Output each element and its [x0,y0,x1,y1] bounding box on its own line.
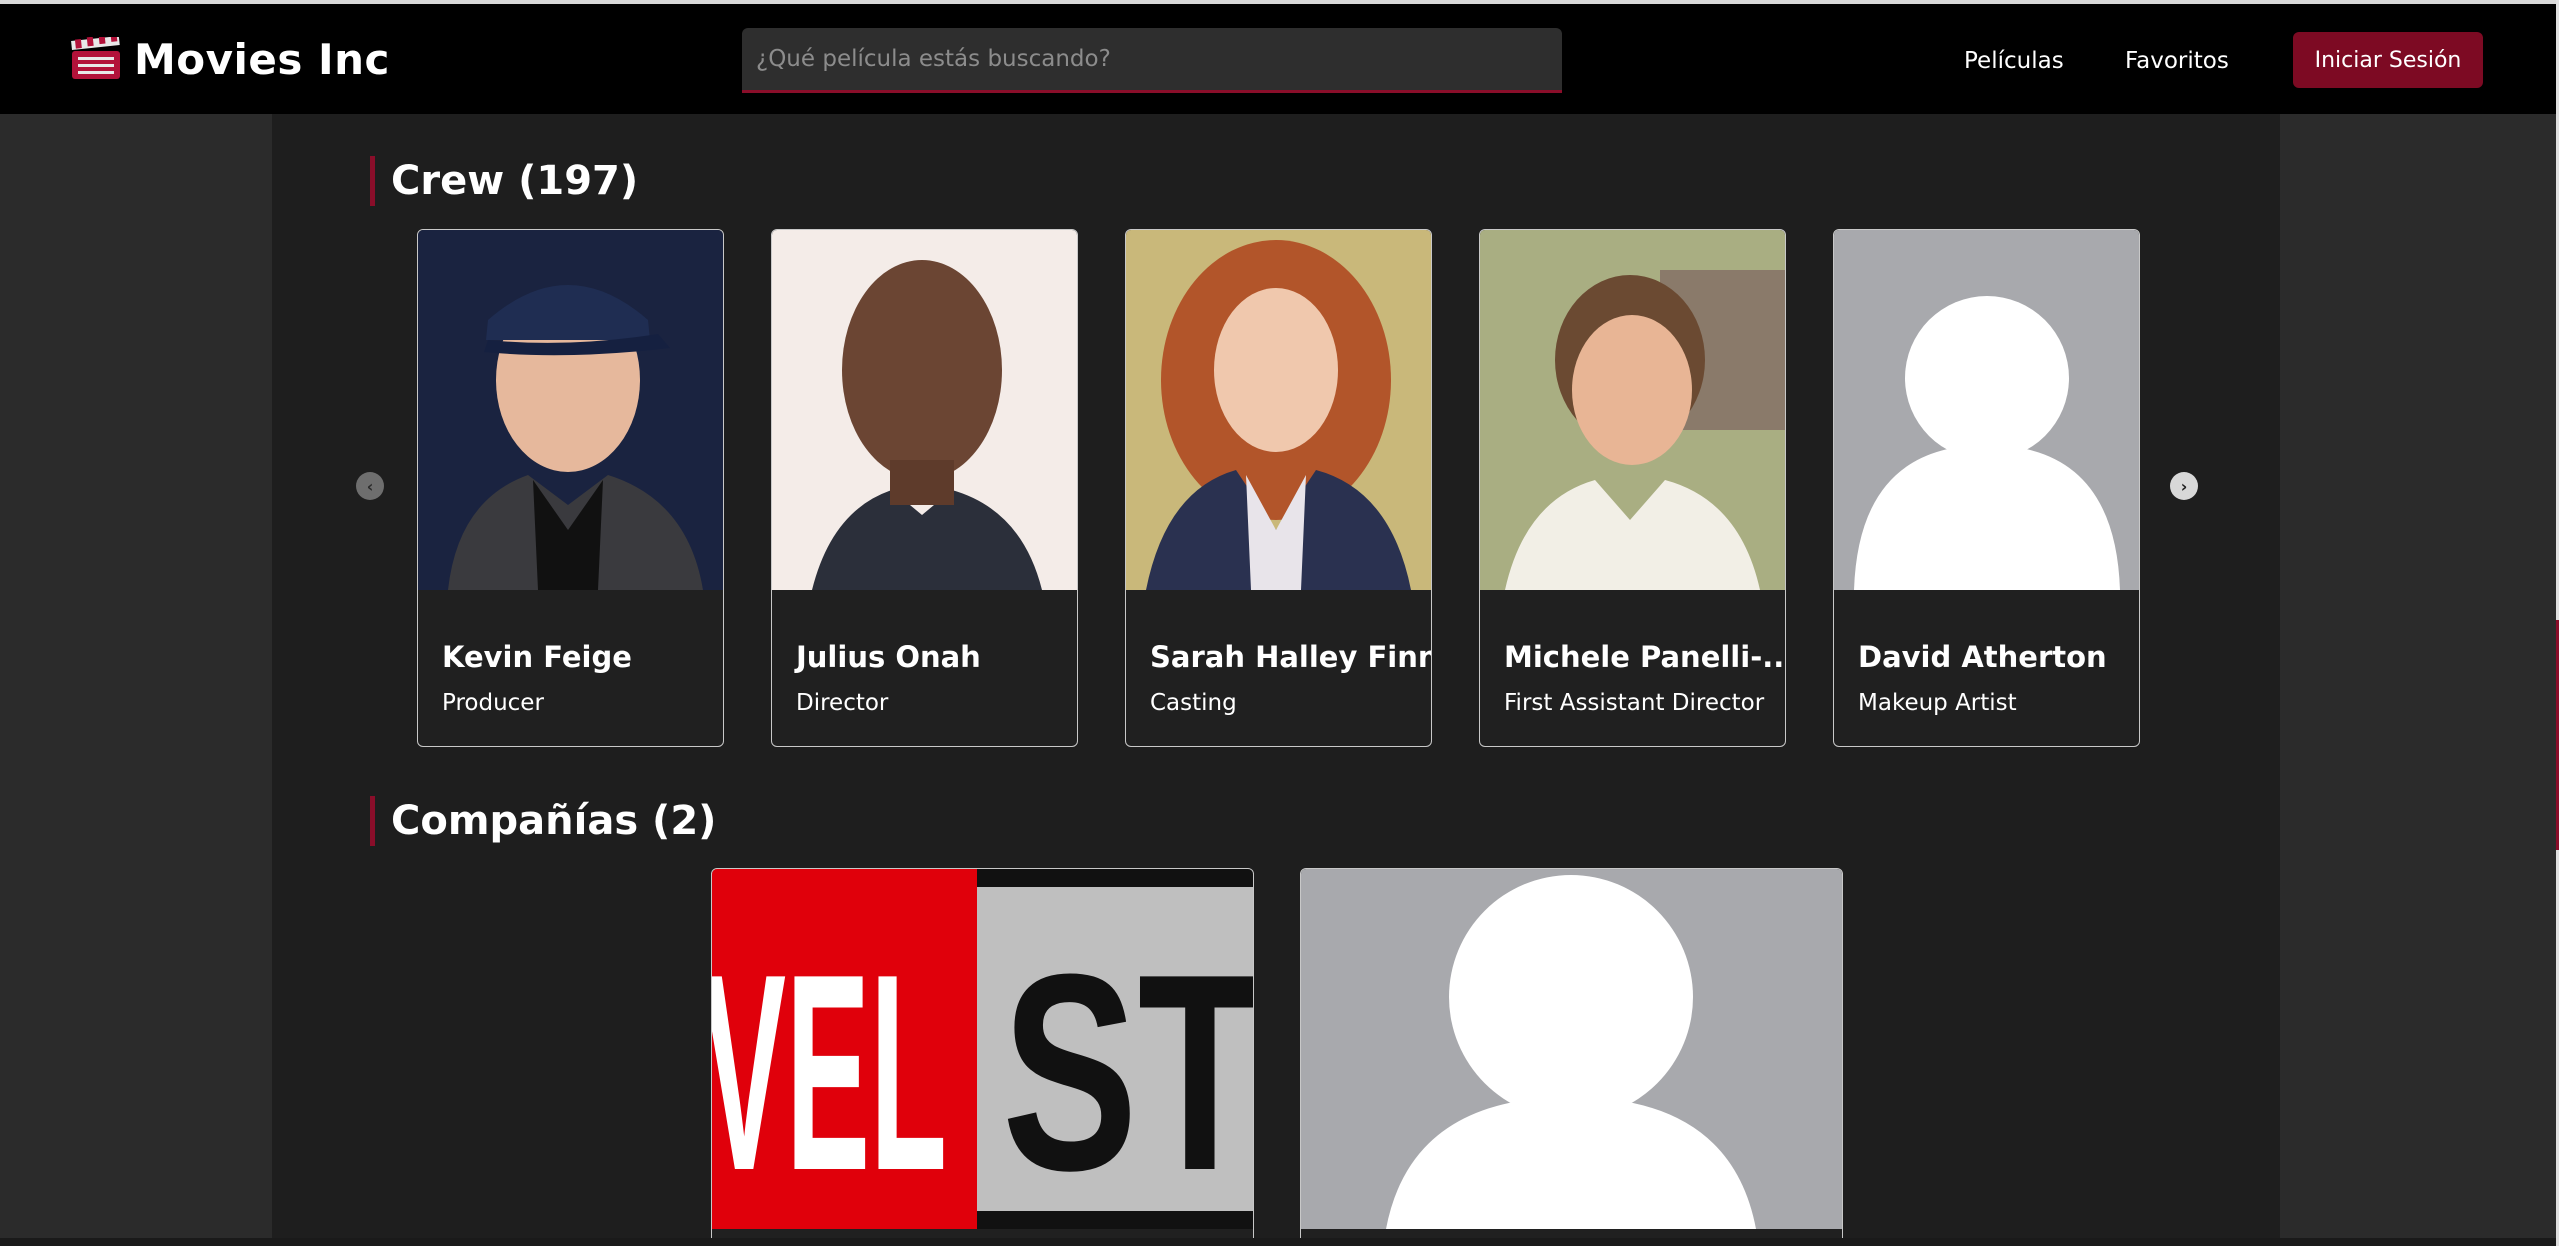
avatar-placeholder-icon [1834,230,2139,590]
clapperboard-icon [70,32,122,81]
companies-section-title: Compañías (2) [370,796,716,846]
crew-card-michele-panelli[interactable]: Michele Panelli-... First Assistant Dire… [1479,229,1786,747]
crew-name: Julius Onah [796,640,981,674]
bottom-edge [0,1238,2559,1246]
movie-detail-content: Crew (197) ‹ › Kevin Feige Producer Juli… [272,114,2280,1246]
navbar: Movies Inc Películas Favoritos Iniciar S… [0,4,2559,114]
search-bar [742,28,1562,93]
crew-role: First Assistant Director [1504,690,1765,716]
crew-name: David Atherton [1858,640,2107,674]
search-input[interactable] [756,28,1562,90]
crew-card-david-atherton[interactable]: David Atherton Makeup Artist [1833,229,2140,747]
crew-name: Sarah Halley Finn [1150,640,1432,674]
crew-role: Producer [442,690,544,716]
crew-photo [1126,230,1431,590]
login-button[interactable]: Iniciar Sesión [2293,32,2483,88]
crew-photo [1480,230,1785,590]
crew-photo [418,230,723,590]
crew-card-kevin-feige[interactable]: Kevin Feige Producer [417,229,724,747]
company-card-placeholder[interactable] [1300,868,1843,1246]
crew-role: Makeup Artist [1858,690,2017,716]
crew-photo [772,230,1077,590]
company-logo: VEL ST [712,869,1253,1229]
crew-name: Kevin Feige [442,640,632,674]
brand[interactable]: Movies Inc [70,32,390,84]
crew-role: Director [796,690,889,716]
avatar-placeholder-icon [1301,869,1842,1229]
company-card-marvel-studios[interactable]: VEL ST [711,868,1254,1246]
brand-title: Movies Inc [134,34,390,84]
chevron-right-icon[interactable]: › [2170,472,2198,500]
chevron-left-icon[interactable]: ‹ [356,472,384,500]
nav-link-favoritos[interactable]: Favoritos [2125,48,2229,74]
crew-card-sarah-halley-finn[interactable]: Sarah Halley Finn Casting [1125,229,1432,747]
logo-text-left: VEL [712,917,947,1229]
crew-card-julius-onah[interactable]: Julius Onah Director [771,229,1078,747]
crew-section-title: Crew (197) [370,156,638,206]
crew-name: Michele Panelli-... [1504,640,1786,674]
nav-link-peliculas[interactable]: Películas [1964,48,2064,74]
logo-text-right: ST [1002,917,1253,1229]
crew-role: Casting [1150,690,1237,716]
